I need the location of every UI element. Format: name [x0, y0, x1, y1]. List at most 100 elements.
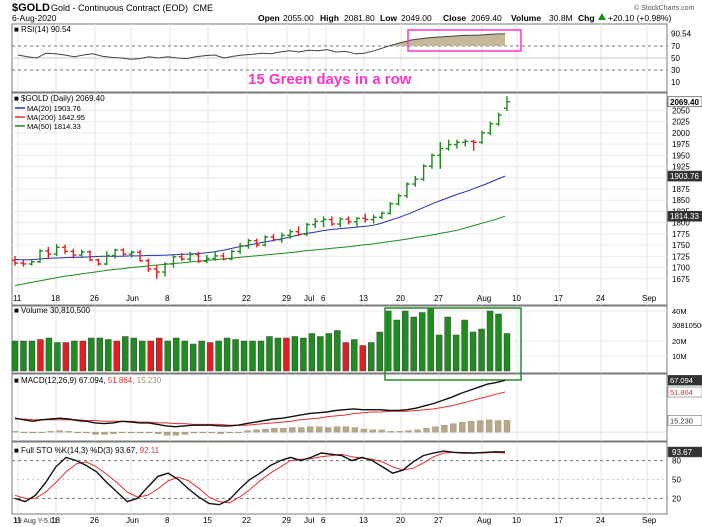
- bottom-left-label: 19 Aug Y-5.01: [14, 518, 58, 525]
- x-tick-label: 26: [90, 294, 99, 303]
- macd-histogram-bar: [271, 428, 278, 433]
- volume-bar: [147, 340, 154, 372]
- macd-histogram-bar: [217, 431, 224, 434]
- volume-bar: [283, 337, 290, 372]
- volume-bar: [249, 340, 256, 372]
- macd-histogram-bar: [199, 431, 207, 434]
- macd-histogram-bar: [280, 428, 287, 433]
- macd-histogram-bar: [235, 431, 242, 433]
- volume-bar: [418, 312, 426, 372]
- volume-bar: [79, 340, 87, 372]
- macd-histogram-bar: [74, 431, 81, 434]
- volume-bar: [11, 340, 19, 372]
- volume-bar: [28, 340, 36, 372]
- macd-histogram-bar: [172, 431, 180, 436]
- macd-histogram-bar: [137, 431, 144, 434]
- contract-name: Gold - Continuous Contract (EOD): [51, 3, 188, 13]
- macd-histogram-bar: [503, 420, 511, 433]
- volume-bar: [461, 319, 468, 372]
- volume-label: Volume: [511, 13, 541, 23]
- macd-histogram-bar: [92, 431, 99, 435]
- price-y-tick: 2000: [672, 129, 690, 138]
- macd-histogram-bar: [485, 419, 493, 433]
- volume-bar: [37, 339, 44, 372]
- x-tick-label: Jun: [126, 294, 139, 303]
- x-tick-label: 8: [165, 294, 170, 303]
- volume-bar: [71, 340, 78, 372]
- price-y-tick: 1875: [672, 185, 690, 194]
- macd-histogram-bar: [423, 428, 430, 433]
- rsi-tick: 10: [671, 78, 680, 87]
- close-value: 2069.40: [471, 13, 502, 23]
- volume-bar: [385, 310, 392, 372]
- x-tick-label: Jul: [304, 294, 314, 303]
- sto-right-label: 80: [672, 457, 681, 466]
- macd-histogram-bar: [20, 431, 28, 433]
- x-tick-label: 11: [13, 294, 22, 303]
- ma-legend-label: MA(200) 1642.95: [27, 113, 85, 122]
- macd-histogram-bar: [298, 427, 305, 433]
- macd-histogram-bar: [468, 421, 475, 433]
- rsi-tick: 50: [671, 54, 680, 63]
- volume-bar: [503, 333, 511, 372]
- volume-bar: [427, 307, 434, 372]
- open-value: 2055.00: [283, 13, 314, 23]
- macd-histogram-bar: [378, 429, 385, 433]
- x-tick-label-bottom: 6: [321, 516, 326, 525]
- volume-bar: [45, 337, 53, 372]
- x-tick-label: 15: [203, 294, 212, 303]
- x-tick-label: Aug: [477, 294, 491, 303]
- volume-bar: [325, 333, 333, 372]
- volume-bar: [189, 343, 197, 372]
- price-right-label: 1814.33: [670, 212, 699, 221]
- sto-legend-d: 92.11: [140, 446, 160, 455]
- volume-bar: [172, 337, 180, 372]
- volume-bar: [359, 345, 366, 372]
- price-y-tick: 1750: [672, 241, 690, 250]
- x-tick-label-bottom: Jun: [126, 516, 139, 525]
- price-y-tick: 1675: [672, 275, 690, 284]
- volume-bar: [164, 340, 171, 372]
- volume-bar: [181, 340, 188, 372]
- up-triangle-icon: [598, 13, 606, 20]
- x-tick-label: 24: [596, 294, 605, 303]
- macd-right-label: 67.094: [670, 376, 693, 385]
- price-y-tick: 2050: [672, 106, 690, 115]
- sto-right-label: 20: [672, 494, 681, 503]
- volume-bar: [495, 313, 502, 372]
- x-tick-label-bottom: 27: [434, 516, 443, 525]
- x-tick-label-bottom: Aug: [477, 516, 491, 525]
- macd-histogram-bar: [369, 429, 376, 433]
- x-tick-label: Sep: [642, 294, 657, 303]
- volume-bar: [478, 328, 485, 372]
- volume-bar: [342, 342, 350, 372]
- macd-histogram-bar: [494, 420, 502, 433]
- sto-right-label: 50: [672, 476, 681, 485]
- price-y-tick: 1950: [672, 151, 690, 160]
- macd-histogram-bar: [208, 431, 215, 434]
- volume-bar: [240, 340, 248, 372]
- macd-histogram-bar: [154, 431, 162, 434]
- x-tick-label: 10: [512, 294, 521, 303]
- macd-legend-prefix: ■ MACD(12,26,9): [14, 376, 79, 385]
- x-tick-label: 22: [242, 294, 251, 303]
- volume-bar: [54, 342, 61, 372]
- macd-histogram-bar: [432, 426, 439, 433]
- volume-bar: [62, 342, 70, 372]
- chart-date: 6-Aug-2020: [12, 13, 57, 23]
- volume-bar: [444, 316, 451, 372]
- macd-histogram-bar: [65, 431, 72, 433]
- volume-bar: [317, 336, 324, 372]
- macd-histogram-bar: [315, 426, 323, 433]
- low-value: 2049.00: [401, 13, 432, 23]
- macd-histogram-bar: [405, 430, 412, 433]
- volume-bar: [215, 340, 222, 372]
- macd-histogram-bar: [244, 430, 251, 433]
- x-tick-label-bottom: Sep: [642, 516, 657, 525]
- exchange-label: CME: [193, 3, 213, 13]
- sto-legend: ■ Full STO %K(14,3) %D(3) 93.67, 92.11: [14, 446, 160, 455]
- volume-bar: [156, 337, 163, 372]
- volume-bar: [139, 340, 146, 372]
- volume-bar: [368, 342, 375, 372]
- volume-y-tick: 10M: [672, 352, 687, 361]
